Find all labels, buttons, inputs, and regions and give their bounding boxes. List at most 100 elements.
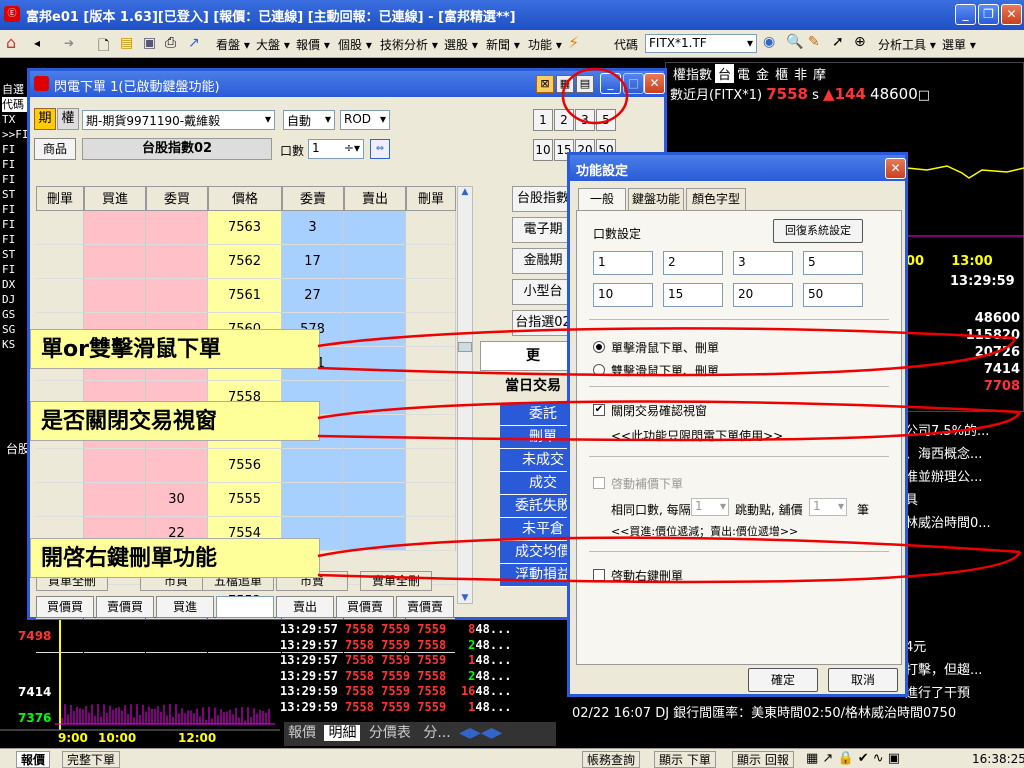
ladder-cell[interactable] [282,449,343,483]
market-tab[interactable]: 摩 [810,64,829,83]
ladder-cell[interactable] [406,517,455,551]
ladder-cell[interactable] [146,245,207,279]
watchlist-row[interactable]: FI [2,232,30,247]
ladder-cell[interactable] [344,381,405,415]
flash-minimize-button[interactable]: _ [600,73,621,94]
watchlist-row[interactable]: GS [2,307,30,322]
ladder-cell[interactable] [344,347,405,381]
ladder-cell[interactable] [406,619,455,653]
watchlist-row[interactable]: TX [2,112,30,127]
new-file-icon[interactable]: 🗋 [98,35,109,59]
function-settings-icon[interactable]: ▤ [576,75,594,93]
scroll-thumb[interactable] [458,342,472,352]
qty-preset-input[interactable]: 1 [593,251,653,275]
ladder-price[interactable]: 7563 [208,211,281,245]
quick-order-button[interactable]: 買進 [156,596,214,618]
ladder-cell[interactable] [282,483,343,517]
menu-select[interactable]: 選單 ▾ [942,36,976,53]
tab-detail[interactable]: 明細 [324,725,361,741]
maximize-button[interactable]: ❐ [978,4,999,25]
ladder-cell[interactable] [84,449,145,483]
watchlist-row[interactable]: ST [2,187,30,202]
ladder-cell[interactable] [344,415,405,449]
print-icon[interactable]: ⎙ [165,35,176,51]
tab-options[interactable]: 權 [57,108,79,130]
nav-arrows-icon[interactable]: ◀▶◀▶ [459,725,502,741]
swap-icon[interactable]: ⇔ [370,139,390,159]
ladder-cell[interactable] [406,347,455,381]
ladder-cell[interactable] [146,619,207,653]
watchlist-row[interactable]: SG [2,322,30,337]
quick-order-button[interactable]: 賣價賣 [396,596,454,618]
tab-general[interactable]: 一般 [578,188,626,210]
tab-more[interactable]: 分... [419,725,454,741]
watchlist-row[interactable]: KS [2,337,30,352]
qty-preset-button[interactable]: 1 [533,109,553,131]
ok-button[interactable]: 確定 [748,668,818,692]
ladder-cell[interactable] [344,245,405,279]
right-delete-checkbox[interactable] [593,569,605,581]
ladder-cell[interactable] [344,619,405,653]
ladder-cell[interactable]: 3 [282,211,343,245]
quick-order-button[interactable]: 賣價買 [96,596,154,618]
ladder-cell[interactable] [406,449,455,483]
minimize-button[interactable]: _ [955,4,976,25]
qty-preset-input[interactable]: 5 [803,251,863,275]
show-order-button[interactable]: 顯示 下單 [654,751,716,768]
code-input[interactable]: FITX*1.TF ▾ [645,34,757,53]
ladder-cell[interactable] [36,279,83,313]
menu-market[interactable]: 大盤 ▾ [256,36,290,53]
order-type-select[interactable]: 自動 ▾ [283,110,335,130]
single-click-radio[interactable] [593,341,605,353]
ladder-cell[interactable] [84,211,145,245]
status-tool-icons[interactable]: ▦ ↗ 🔒 ✔ ∿ ▣ [806,751,900,766]
home-icon[interactable]: ⌂ [6,33,16,52]
cancel-button[interactable]: 取消 [828,668,898,692]
flash-maximize-button[interactable]: □ [623,73,644,94]
news-item[interactable]: 具 [905,489,1020,512]
market-tab[interactable]: 電 [734,64,753,83]
ladder-cell[interactable] [406,211,455,245]
tab-keyboard[interactable]: 鍵盤功能 [628,188,684,210]
tab-color-font[interactable]: 顏色字型 [686,188,746,210]
category-button[interactable]: 台股指數 [512,186,574,212]
ladder-cell[interactable] [84,483,145,517]
news-item[interactable]: 公司7.5%的... [905,420,1020,443]
ladder-cell[interactable]: 30 [146,483,207,517]
menu-technical[interactable]: 技術分析 ▾ [380,36,438,53]
menu-function[interactable]: 功能 ▾ [528,36,562,53]
news-item[interactable]: 打擊，但趨... [905,659,1020,682]
menu-quote[interactable]: 報價 ▾ [296,36,330,53]
qty-preset-button[interactable]: 10 [533,139,553,161]
order-condition-select[interactable]: ROD ▾ [340,110,390,130]
watchlist-row[interactable]: FI [2,142,30,157]
lock-icon[interactable]: ⊠ [536,75,554,93]
ladder-cell[interactable]: 17 [282,245,343,279]
ladder-cell[interactable] [344,313,405,347]
category-button[interactable]: 台指選02 [512,310,574,336]
pointer-icon[interactable]: ➚ [832,34,844,50]
account-select[interactable]: 期-期貨9971190-戴維毅 ▾ [82,110,275,130]
tab-futures[interactable]: 期 [34,108,56,130]
flash-close-button[interactable]: ✕ [644,73,665,94]
menu-stock[interactable]: 個股 ▾ [338,36,372,53]
qty-spinner[interactable]: 1 ÷▾ [308,139,364,159]
double-click-radio[interactable] [593,364,605,376]
qty-preset-input[interactable]: 2 [663,251,723,275]
qty-preset-input[interactable]: 10 [593,283,653,307]
ladder-cell[interactable] [36,211,83,245]
qty-preset-input[interactable]: 3 [733,251,793,275]
ladder-price[interactable]: 7562 [208,245,281,279]
settings-icon[interactable]: ▦ [556,75,574,93]
chase-interval-select[interactable]: 1 ▾ [691,498,729,516]
watchlist-row[interactable]: FI [2,262,30,277]
ladder-cell[interactable] [406,245,455,279]
ladder-cell[interactable] [406,381,455,415]
ladder-price[interactable]: 7556 [208,449,281,483]
product-button[interactable]: 商品 [34,138,76,160]
save-icon[interactable]: ▣ [143,35,156,51]
ladder-cell[interactable] [344,517,405,551]
qty-preset-input[interactable]: 20 [733,283,793,307]
watchlist-row[interactable]: >>FI [2,127,30,142]
ladder-cell[interactable] [146,211,207,245]
